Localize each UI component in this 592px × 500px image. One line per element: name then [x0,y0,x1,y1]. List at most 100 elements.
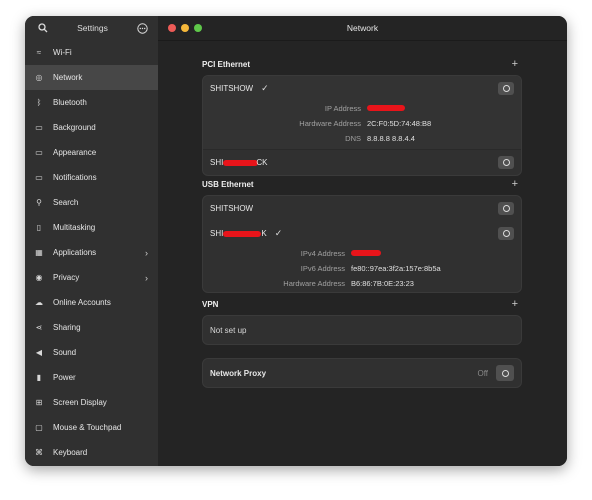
minimize-button[interactable] [181,24,189,32]
sidebar-item-keyboard[interactable]: ⌘ Keyboard [25,440,158,465]
sidebar: Settings ≈ Wi-Fi ◎ Network ᛒ Bluetooth ▭ Backgr… [25,16,158,466]
add-vpn-button[interactable]: + [512,298,518,310]
settings-gear-button[interactable] [498,227,514,240]
connection-row[interactable]: SHI CK [203,150,521,175]
connection-row[interactable]: SHITSHOW ✓ [203,76,521,101]
detail-value: 2C:F0:5D:74:48:B8 [367,119,432,128]
detail-label: IP Address [324,104,361,113]
check-icon: ✓ [261,83,269,93]
sidebar-item-sound[interactable]: ◀ Sound [25,340,158,365]
sidebar-item-label: Applications [53,248,97,257]
sound-icon: ◀ [35,348,43,357]
more-icon[interactable] [136,22,148,34]
vpn-section: VPN + Not set up [202,297,522,345]
usb-ethernet-section: USB Ethernet + SHITSHOW SHI K ✓ IPv4 Addr… [202,177,522,293]
sidebar-item-label: Multitasking [53,223,96,232]
sidebar-item-label: Screen Display [53,398,107,407]
connection-name: SHITSHOW [210,84,254,93]
sidebar-item-power[interactable]: ▮ Power [25,365,158,390]
detail-row: DNS 8.8.8.8 8.8.4.4 [203,131,521,149]
bluetooth-icon: ᛒ [36,98,42,107]
connection-name: SHITSHOW [210,204,254,213]
search-icon: ⚲ [36,198,42,207]
detail-label: DNS [345,134,361,143]
connection-name: SHI [210,229,224,238]
sidebar-title: Settings [77,23,108,33]
detail-value: fe80::97ea:3f2a:157e:8b5a [351,264,441,273]
sidebar-item-label: Online Accounts [53,298,111,307]
sidebar-item-search[interactable]: ⚲ Search [25,190,158,215]
detail-row: IPv4 Address [203,246,521,261]
connection-row[interactable]: SHI K ✓ [203,221,521,246]
sidebar-item-mouse-touchpad[interactable]: ▢ Mouse & Touchpad [25,415,158,440]
sidebar-item-sharing[interactable]: ⋖ Sharing [25,315,158,340]
applications-icon: ▦ [35,248,43,257]
section-title: PCI Ethernet [202,59,251,69]
pci-ethernet-section: PCI Ethernet + SHITSHOW ✓ IP Address Har… [202,57,522,176]
vpn-status: Not set up [210,325,247,335]
wifi-icon: ≈ [36,48,42,57]
detail-label: Hardware Address [299,119,361,128]
sidebar-item-label: Wi-Fi [53,48,72,57]
chevron-right-icon: › [145,272,148,283]
sidebar-item-applications[interactable]: ▦ Applications › [25,240,158,265]
proxy-title: Network Proxy [210,368,267,378]
detail-value: B6:86:7B:0E:23:23 [351,279,414,288]
network-icon: ◎ [35,73,43,82]
connection-name-suffix: K [261,229,267,238]
detail-row: Hardware Address 2C:F0:5D:74:48:B8 [203,116,521,131]
redacted-ip [367,104,405,113]
settings-gear-button[interactable] [496,365,514,381]
sidebar-item-label: Search [53,198,79,207]
pci-ethernet-card: SHITSHOW ✓ IP Address Hardware Address 2… [202,75,522,176]
usb-ethernet-card: SHITSHOW SHI K ✓ IPv4 Address IPv6 Addres… [202,195,522,293]
settings-window: Settings ≈ Wi-Fi ◎ Network ᛒ Bluetooth ▭ Backgr… [25,16,567,466]
notifications-icon: ▭ [35,173,43,182]
sidebar-header: Settings [25,16,158,40]
sidebar-item-wi-fi[interactable]: ≈ Wi-Fi [25,40,158,65]
chevron-right-icon: › [145,247,148,258]
sidebar-item-label: Power [53,373,76,382]
multitasking-icon: ▯ [36,223,42,232]
redaction [223,159,259,166]
sidebar-item-notifications[interactable]: ▭ Notifications [25,165,158,190]
settings-gear-button[interactable] [498,82,514,95]
add-usb-connection-button[interactable]: + [512,178,518,190]
network-proxy-row[interactable]: Network Proxy Off [203,359,521,387]
maximize-button[interactable] [194,24,202,32]
sidebar-item-label: Background [53,123,96,132]
network-proxy-card[interactable]: Network Proxy Off [202,358,522,388]
add-pci-connection-button[interactable]: + [512,58,518,70]
sidebar-item-label: Keyboard [53,448,88,457]
search-icon[interactable] [37,22,49,34]
close-button[interactable] [168,24,176,32]
detail-value: 8.8.8.8 8.8.4.4 [367,134,415,143]
connection-name: SHI [210,158,224,167]
sidebar-item-label: Privacy [53,273,80,282]
sidebar-item-bluetooth[interactable]: ᛒ Bluetooth [25,90,158,115]
section-title: VPN [202,299,219,309]
settings-gear-button[interactable] [498,202,514,215]
detail-label: Hardware Address [283,279,345,288]
vpn-card: Not set up [202,315,522,345]
sidebar-item-background[interactable]: ▭ Background [25,115,158,140]
settings-gear-button[interactable] [498,156,514,169]
appearance-icon: ▭ [35,148,43,157]
sidebar-item-screen-display[interactable]: ⊞ Screen Display [25,390,158,415]
sidebar-item-multitasking[interactable]: ▯ Multitasking [25,215,158,240]
window-title: Network [346,23,379,33]
sidebar-item-label: Sharing [53,323,81,332]
detail-row: Hardware Address B6:86:7B:0E:23:23 [203,276,521,292]
redaction [223,230,262,237]
sidebar-item-online-accounts[interactable]: ☁ Online Accounts [25,290,158,315]
detail-label: IPv6 Address [300,264,345,273]
sidebar-item-appearance[interactable]: ▭ Appearance [25,140,158,165]
sidebar-item-label: Mouse & Touchpad [53,423,122,432]
mouse-icon: ▢ [35,423,43,432]
detail-row: IPv6 Address fe80::97ea:3f2a:157e:8b5a [203,261,521,276]
cloud-icon: ☁ [35,298,43,307]
sidebar-item-network[interactable]: ◎ Network [25,65,158,90]
sidebar-item-privacy[interactable]: ◉ Privacy › [25,265,158,290]
connection-row[interactable]: SHITSHOW [203,196,521,221]
sidebar-item-label: Appearance [53,148,97,157]
